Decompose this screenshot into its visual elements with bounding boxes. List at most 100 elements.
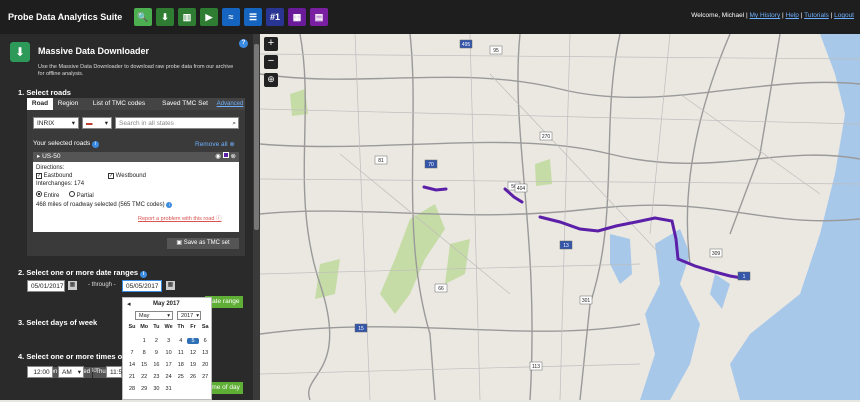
route-shield-label: 13 (563, 243, 569, 249)
calendar-day[interactable]: 10 (163, 350, 175, 356)
calendar-icon[interactable]: ▦ (68, 281, 77, 290)
help-link[interactable]: Help (786, 12, 799, 19)
route-shield-label: 301 (582, 298, 591, 304)
sidebar-scroll-thumb[interactable] (254, 44, 259, 230)
list-app-icon[interactable]: ☰ (244, 8, 262, 26)
calendar-day[interactable]: 11 (175, 350, 187, 356)
state-flag-select[interactable]: ▬ ▾ (82, 117, 112, 129)
calendar-day[interactable]: 24 (163, 374, 175, 380)
calendar-day[interactable]: 21 (126, 374, 138, 380)
calendar-day[interactable]: 7 (126, 350, 138, 356)
info-icon[interactable]: i (92, 141, 100, 148)
source-select[interactable]: INRIX ▾ (33, 117, 79, 129)
columns-app-icon[interactable]: ▥ (178, 8, 196, 26)
calendar-day[interactable]: 9 (150, 350, 162, 356)
map-canvas[interactable]: 495958170270501366301151133091404 (259, 33, 860, 401)
calendar-day[interactable]: 12 (187, 350, 199, 356)
remove-all-link[interactable]: Remove all ⊗ (195, 140, 235, 148)
road-search-input[interactable]: Search in all states ⌕ (115, 117, 239, 129)
route-shield: 301 (579, 295, 593, 305)
tab-tmc-codes[interactable]: List of TMC codes (85, 98, 153, 110)
to-label: - to - (88, 368, 101, 374)
advanced-link[interactable]: Advanced (215, 98, 245, 110)
panel-description: Use the Massive Data Downloader to downl… (38, 64, 234, 77)
start-time-input[interactable]: 12:00 (27, 366, 53, 378)
year-select[interactable]: 2017 ▾ (177, 311, 201, 320)
tutorials-link[interactable]: Tutorials (804, 12, 829, 19)
westbound-checkbox[interactable]: ✓ Westbound (108, 173, 146, 179)
end-time-input[interactable]: 11:5 (106, 366, 122, 378)
top-bar: Probe Data Analytics Suite 🔍 ⬇ ▥ ▶ ≈ ☰ #1 ▦ ▤ We… (0, 0, 860, 34)
help-icon[interactable]: ? (239, 39, 248, 48)
calendar-day[interactable]: 8 (138, 350, 150, 356)
calendar-day[interactable]: 16 (150, 362, 162, 368)
calendar-day[interactable]: 27 (199, 374, 211, 380)
info-icon[interactable]: i (140, 271, 148, 278)
calendar-day[interactable]: 1 (138, 338, 150, 344)
entire-radio[interactable]: Entire (36, 191, 59, 199)
info-icon[interactable]: i (166, 202, 173, 208)
route-shield: 495 (459, 39, 473, 49)
map-view[interactable]: 495 95 81 70 270 50 13 66 301 15 113 309 1 404 + − ⊕ (259, 33, 860, 401)
step2-title: 2. Select one or more date ranges i (18, 268, 148, 278)
play-app-icon[interactable]: ▶ (200, 8, 218, 26)
calendar-day[interactable]: 6 (199, 338, 211, 344)
eye-icon[interactable]: ◉ (215, 153, 221, 160)
calendar-day[interactable]: 22 (138, 374, 150, 380)
calendar-day[interactable]: 29 (138, 386, 150, 392)
grid-app-icon[interactable]: ▦ (288, 8, 306, 26)
eastbound-checkbox[interactable]: ✓ Eastbound (36, 173, 72, 179)
calendar-day[interactable]: 30 (150, 386, 162, 392)
report-problem-link[interactable]: Report a problem with this road ⓘ (138, 214, 221, 222)
calendar-day[interactable]: 2 (150, 338, 162, 344)
calendar-day[interactable]: 23 (150, 374, 162, 380)
calendar-day[interactable]: 4 (175, 338, 187, 344)
calendar-day[interactable]: 20 (199, 362, 211, 368)
chevron-down-icon: ▾ (167, 313, 170, 319)
route-shield-label: 495 (462, 42, 471, 48)
save-icon: ▣ (176, 240, 183, 246)
route-shield: 66 (434, 283, 448, 293)
chevron-down-icon: ▾ (196, 313, 199, 319)
end-date-input[interactable]: 05/05/2017 (122, 280, 162, 292)
calendar-day[interactable]: 13 (199, 350, 211, 356)
tab-saved-tmc[interactable]: Saved TMC Set (155, 98, 215, 110)
color-swatch-icon[interactable] (222, 152, 229, 158)
tab-region[interactable]: Region (55, 98, 81, 110)
calendar-day[interactable]: 19 (187, 362, 199, 368)
wave-app-icon[interactable]: ≈ (222, 8, 240, 26)
tab-road[interactable]: Road (27, 98, 53, 110)
zoom-in-button[interactable]: + (264, 37, 278, 51)
calendar-day[interactable]: 31 (163, 386, 175, 392)
zoom-out-button[interactable]: − (264, 55, 278, 69)
calendar-day[interactable]: 18 (175, 362, 187, 368)
partial-radio[interactable]: Partial (69, 191, 94, 199)
calendar-day-selected[interactable]: 5 (187, 338, 199, 344)
rank-app-icon[interactable]: #1 (266, 8, 284, 26)
step4-title: 4. Select one or more times of (18, 352, 125, 361)
calendar-day[interactable]: 26 (187, 374, 199, 380)
locate-icon[interactable]: ⊕ (264, 73, 278, 87)
calendar-day[interactable]: 28 (126, 386, 138, 392)
remove-road-icon[interactable]: ⊗ (231, 153, 236, 160)
my-history-link[interactable]: My History (750, 12, 781, 19)
month-select[interactable]: May ▾ (135, 311, 173, 320)
report-app-icon[interactable]: ▤ (310, 8, 328, 26)
calendar-day[interactable]: 3 (163, 338, 175, 344)
start-ampm-select[interactable]: AM ▾ (58, 366, 84, 378)
calendar-icon[interactable]: ▦ (166, 281, 175, 290)
directions-label: Directions: (36, 165, 65, 171)
calendar-day[interactable]: 17 (163, 362, 175, 368)
calendar-day[interactable]: 15 (138, 362, 150, 368)
logout-link[interactable]: Logout (834, 12, 854, 19)
search-app-icon[interactable]: 🔍 (134, 8, 152, 26)
prev-month-icon[interactable]: ◂ (127, 300, 131, 308)
calendar-day[interactable]: 14 (126, 362, 138, 368)
start-date-input[interactable]: 05/01/2017 (27, 280, 65, 292)
road-header[interactable]: ▸ US-50 ◉ ⊗ (33, 152, 239, 162)
calendar-day[interactable]: 25 (175, 374, 187, 380)
save-tmc-set-button[interactable]: ▣ Save as TMC set (167, 238, 239, 249)
calendar-month-title: May 2017 (153, 301, 180, 307)
download-app-icon[interactable]: ⬇ (156, 8, 174, 26)
weekday-header: Mo (140, 324, 149, 330)
